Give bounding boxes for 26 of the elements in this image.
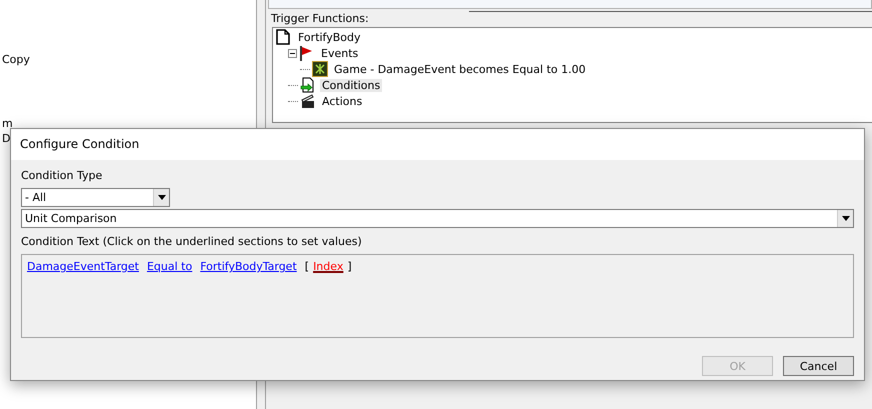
condition-dropdown[interactable]: Unit Comparison	[21, 209, 854, 228]
field-label: Condition Type	[21, 168, 102, 183]
bracket-text: ]	[347, 260, 352, 274]
dialog-title: Configure Condition	[11, 129, 864, 160]
text-fragment: m	[2, 116, 13, 131]
parameter-link[interactable]: Index	[313, 260, 344, 274]
tree-item[interactable]: FortifyBody	[296, 30, 363, 44]
tree-item[interactable]: Actions	[320, 94, 364, 108]
field-label: Condition Text (Click on the underlined sections to set values)	[21, 234, 362, 249]
category-dropdown[interactable]: - All	[21, 188, 170, 207]
parameter-link[interactable]: Equal to	[146, 260, 192, 274]
clapperboard-icon	[300, 93, 316, 109]
game-icon	[312, 61, 328, 77]
tree-item[interactable]: Events	[319, 46, 360, 60]
text-fragment: D	[2, 131, 10, 146]
tree-item[interactable]: Game - DamageEvent becomes Equal to 1.00	[332, 62, 588, 76]
parameter-link[interactable]: FortifyBodyTarget	[200, 260, 297, 274]
tree-item[interactable]: Conditions	[320, 78, 382, 92]
text-fragment: Copy	[2, 52, 30, 67]
input-field[interactable]	[268, 0, 872, 9]
page-arrow-icon	[300, 77, 316, 93]
collapse-icon[interactable]	[288, 48, 297, 58]
bracket-text: [	[304, 260, 310, 274]
section-label: Trigger Functions:	[271, 12, 369, 24]
dialog-button[interactable]: Cancel	[783, 356, 854, 376]
parameter-link[interactable]: DamageEventTarget	[27, 260, 139, 274]
